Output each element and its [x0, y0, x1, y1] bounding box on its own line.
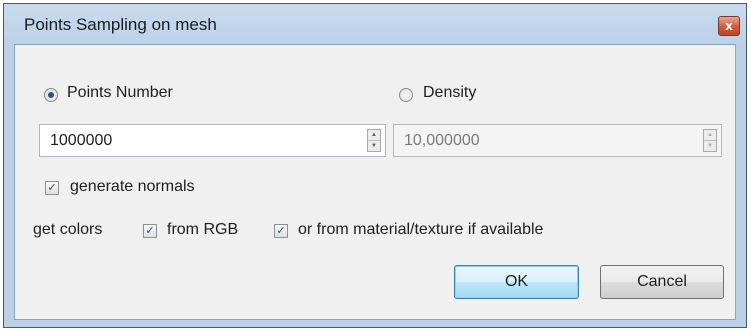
title-bar[interactable]: Points Sampling on mesh x	[4, 4, 746, 44]
dialog-title: Points Sampling on mesh	[24, 15, 217, 34]
density-value[interactable]: 10,000000	[404, 132, 480, 150]
points-sampling-dialog: Points Sampling on mesh x Points Number …	[3, 3, 747, 328]
ok-button[interactable]: OK	[454, 265, 579, 299]
close-icon: x	[725, 19, 733, 33]
from-rgb-label[interactable]: from RGB	[167, 221, 238, 239]
density-spinbox[interactable]: 10,000000 ▲ ▼	[393, 124, 722, 157]
density-radio[interactable]	[399, 88, 413, 102]
density-label[interactable]: Density	[423, 84, 476, 102]
generate-normals-checkbox[interactable]: ✓	[45, 181, 59, 195]
check-icon: ✓	[47, 181, 57, 194]
spin-down-icon[interactable]: ▼	[704, 141, 716, 151]
points-number-radio[interactable]	[44, 88, 58, 102]
from-rgb-checkbox[interactable]: ✓	[143, 224, 157, 238]
check-icon: ✓	[276, 224, 286, 237]
get-colors-label: get colors	[33, 221, 103, 238]
check-icon: ✓	[145, 224, 155, 237]
spin-up-icon[interactable]: ▲	[704, 130, 716, 141]
spin-down-icon[interactable]: ▼	[368, 141, 380, 151]
close-button[interactable]: x	[718, 16, 740, 36]
cancel-button-label: Cancel	[637, 273, 687, 290]
ok-button-label: OK	[504, 273, 529, 290]
from-material-checkbox[interactable]: ✓	[274, 224, 288, 238]
points-number-value[interactable]: 1000000	[50, 132, 112, 150]
generate-normals-label[interactable]: generate normals	[70, 178, 195, 196]
density-stepper[interactable]: ▲ ▼	[703, 129, 717, 152]
points-number-label[interactable]: Points Number	[67, 84, 173, 102]
dialog-body: Points Number Density 1000000 ▲ ▼ 10,000…	[14, 44, 736, 320]
spin-up-icon[interactable]: ▲	[368, 130, 380, 141]
from-material-label[interactable]: or from material/texture if available	[298, 221, 543, 239]
points-number-stepper[interactable]: ▲ ▼	[367, 129, 381, 152]
cancel-button[interactable]: Cancel	[600, 265, 724, 299]
points-number-spinbox[interactable]: 1000000 ▲ ▼	[39, 124, 386, 157]
